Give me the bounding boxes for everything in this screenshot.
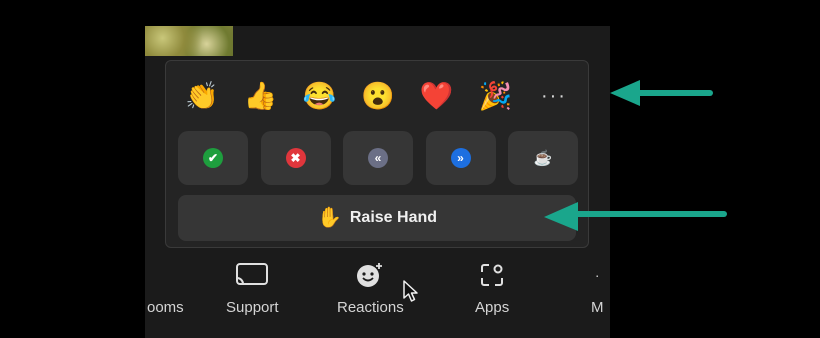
no-button[interactable]: ✖ xyxy=(260,131,331,185)
rooms-label: ooms xyxy=(147,299,184,316)
more-reactions-button[interactable]: ··· xyxy=(530,75,578,117)
coffee-icon: ☕ xyxy=(533,149,553,167)
tears-of-joy-emoji-button[interactable]: 😂 xyxy=(295,75,343,117)
fast-forward-icon: » xyxy=(450,148,471,168)
speed-up-button[interactable]: » xyxy=(425,131,496,185)
support-label: Support xyxy=(226,299,279,316)
annotation-arrow-upper xyxy=(610,80,713,106)
toolbar-item-support[interactable]: Support xyxy=(226,261,279,316)
thumbs-up-emoji-button[interactable]: 👍 xyxy=(237,75,285,117)
reactions-smiley-icon xyxy=(352,261,388,289)
meeting-toolbar: ooms Support Reactions Apps · M xyxy=(145,255,610,330)
rewind-icon: « xyxy=(368,148,388,168)
yes-button[interactable]: ✔ xyxy=(178,131,248,185)
toolbar-item-reactions[interactable]: Reactions xyxy=(337,261,404,316)
reactions-label: Reactions xyxy=(337,299,404,316)
more-label: M xyxy=(591,299,604,316)
video-thumbnail xyxy=(145,26,233,56)
heart-emoji-button[interactable]: ❤️ xyxy=(413,75,461,117)
coffee-break-button[interactable]: ☕ xyxy=(508,131,578,185)
more-dots-icon: · xyxy=(594,267,600,283)
raise-hand-label: Raise Hand xyxy=(349,209,438,226)
screen-share-icon xyxy=(234,261,270,289)
toolbar-item-breakout-rooms[interactable]: ooms xyxy=(147,261,184,316)
check-icon: ✔ xyxy=(203,148,223,168)
open-mouth-emoji-button[interactable]: 😮 xyxy=(354,75,402,117)
slow-down-button[interactable]: « xyxy=(343,131,413,185)
nonverbal-feedback-row: ✔ ✖ « » ☕ xyxy=(178,131,578,185)
clap-emoji-button[interactable]: 👏 xyxy=(178,75,226,117)
x-icon: ✖ xyxy=(285,148,306,168)
raised-hand-icon: ✋ xyxy=(316,207,342,229)
apps-icon xyxy=(477,261,507,289)
mouse-cursor-icon xyxy=(402,279,420,308)
party-popper-emoji-button[interactable]: 🎉 xyxy=(471,75,519,117)
toolbar-item-apps[interactable]: Apps xyxy=(475,261,509,316)
raise-hand-button[interactable]: ✋ Raise Hand xyxy=(178,195,576,241)
emoji-reactions-row: 👏 👍 😂 😮 ❤️ 🎉 ··· xyxy=(178,75,578,117)
toolbar-item-more[interactable]: · M xyxy=(591,261,604,316)
annotation-arrow-lower xyxy=(544,202,727,231)
reactions-popup: 👏 👍 😂 😮 ❤️ 🎉 ··· ✔ ✖ « » ☕ ✋ Raise Hand xyxy=(165,60,589,248)
apps-label: Apps xyxy=(475,299,510,316)
